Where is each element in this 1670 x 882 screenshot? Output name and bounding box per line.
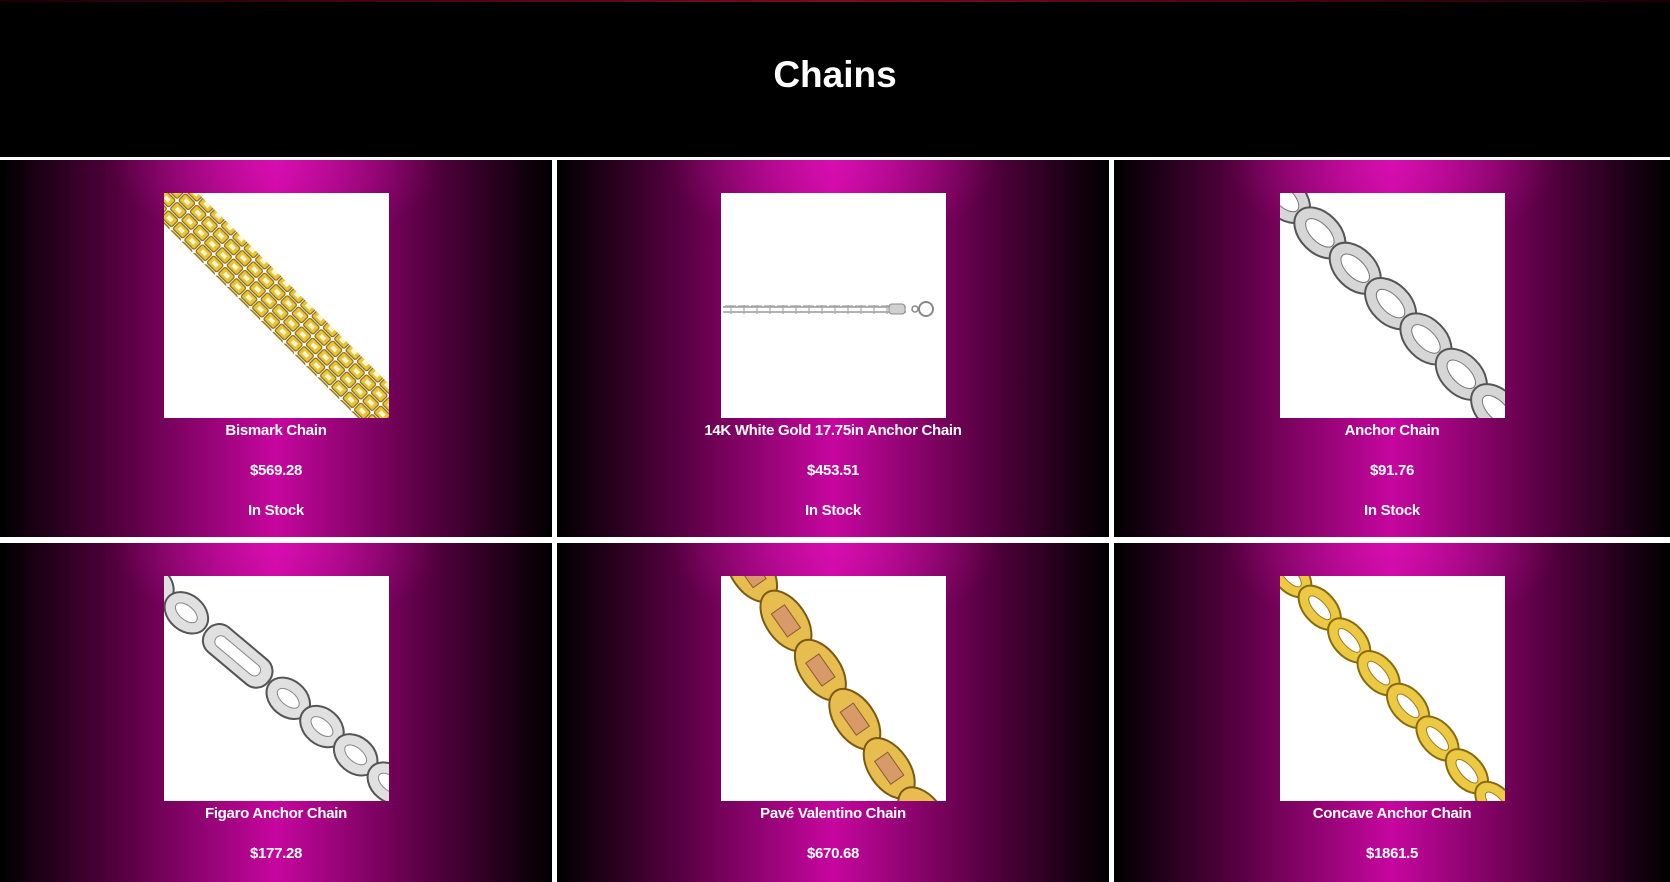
product-name[interactable]: Pavé Valentino Chain bbox=[557, 805, 1109, 822]
product-card[interactable]: Concave Anchor Chain $1861.5 bbox=[1114, 543, 1670, 882]
product-card[interactable]: 14K White Gold 17.75in Anchor Chain $453… bbox=[557, 160, 1109, 537]
product-name[interactable]: Bismark Chain bbox=[0, 422, 552, 439]
product-name[interactable]: Concave Anchor Chain bbox=[1114, 805, 1670, 822]
figaro-anchor-chain-image[interactable] bbox=[164, 576, 389, 801]
product-name[interactable]: Figaro Anchor Chain bbox=[0, 805, 552, 822]
product-price: $177.28 bbox=[249, 845, 303, 862]
concave-anchor-chain-image[interactable] bbox=[1280, 576, 1505, 801]
product-name[interactable]: Anchor Chain bbox=[1114, 422, 1670, 439]
product-card[interactable]: Figaro Anchor Chain $177.28 bbox=[0, 543, 552, 882]
product-grid: Bismark Chain $569.28 In Stock 14K White… bbox=[0, 160, 1670, 882]
page-header: Chains bbox=[0, 2, 1670, 157]
product-price: $670.68 bbox=[806, 845, 860, 862]
product-card[interactable]: Bismark Chain $569.28 In Stock bbox=[0, 160, 552, 537]
anchor-chain-silver-image[interactable] bbox=[1280, 193, 1505, 418]
bismark-chain-image[interactable] bbox=[164, 193, 389, 418]
product-price: $1861.5 bbox=[1365, 845, 1419, 862]
product-card[interactable]: Anchor Chain $91.76 In Stock bbox=[1114, 160, 1670, 537]
stock-status: In Stock bbox=[1364, 502, 1420, 519]
product-name[interactable]: 14K White Gold 17.75in Anchor Chain bbox=[557, 422, 1109, 439]
product-card[interactable]: Pavé Valentino Chain $670.68 bbox=[557, 543, 1109, 882]
pave-valentino-chain-image[interactable] bbox=[721, 576, 946, 801]
stock-status: In Stock bbox=[805, 502, 861, 519]
page-title: Chains bbox=[773, 54, 897, 95]
product-price: $569.28 bbox=[249, 462, 303, 479]
stock-status: In Stock bbox=[248, 502, 304, 519]
product-price: $91.76 bbox=[1369, 462, 1415, 479]
product-price: $453.51 bbox=[806, 462, 860, 479]
anchor-chain-white-gold-image[interactable] bbox=[721, 193, 946, 418]
